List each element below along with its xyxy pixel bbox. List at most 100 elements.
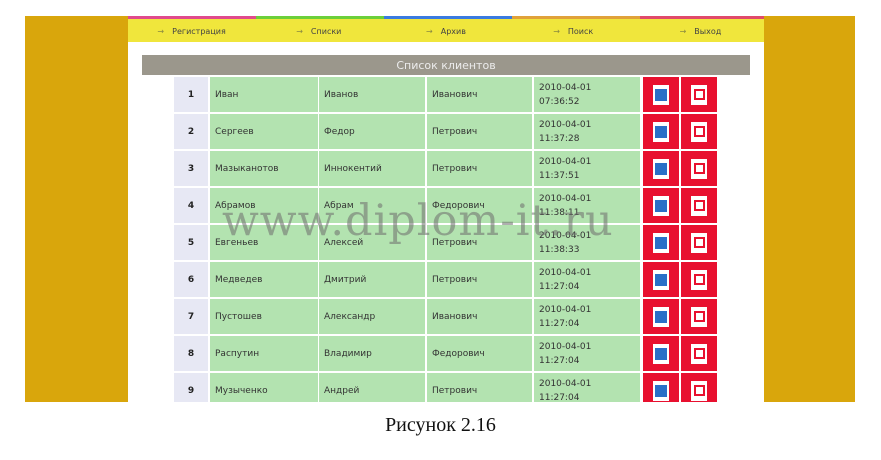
edit-icon [653, 158, 669, 179]
delete-button[interactable] [681, 77, 717, 112]
time: 11:27:04 [539, 392, 580, 403]
delete-button[interactable] [681, 336, 717, 371]
last-name: Распутин [210, 336, 318, 371]
row-number: 1 [174, 77, 208, 112]
nav-logout[interactable]: → Выход [637, 16, 764, 42]
delete-button[interactable] [681, 188, 717, 223]
arrow-icon: → [296, 26, 303, 36]
edit-icon [653, 121, 669, 142]
edit-button[interactable] [643, 336, 679, 371]
created-at: 2010-04-01 11:27:04 [534, 299, 640, 334]
delete-button[interactable] [681, 299, 717, 334]
time: 11:37:28 [539, 133, 580, 144]
nav-archive[interactable]: → Архив [382, 16, 509, 42]
middle-name: Федорович [427, 336, 532, 371]
delete-button[interactable] [681, 262, 717, 297]
created-at: 2010-04-01 11:27:04 [534, 262, 640, 297]
row-number: 8 [174, 336, 208, 371]
delete-icon [691, 232, 707, 253]
nav-label: Архив [440, 26, 466, 36]
time: 11:27:04 [539, 318, 580, 329]
first-name: Иванов [319, 77, 425, 112]
edit-button[interactable] [643, 262, 679, 297]
row-number: 3 [174, 151, 208, 186]
edit-icon [653, 343, 669, 364]
date: 2010-04-01 [539, 304, 592, 315]
date: 2010-04-01 [539, 156, 592, 167]
nav-accent-bar [512, 16, 640, 19]
edit-button[interactable] [643, 299, 679, 334]
last-name: Музыченко [210, 373, 318, 402]
arrow-icon: → [426, 26, 433, 36]
delete-icon [691, 195, 707, 216]
delete-icon [691, 269, 707, 290]
delete-icon [691, 121, 707, 142]
first-name: Федор [319, 114, 425, 149]
middle-name: Петрович [427, 373, 532, 402]
edit-button[interactable] [643, 373, 679, 402]
middle-name: Петрович [427, 114, 532, 149]
time: 11:27:04 [539, 281, 580, 292]
edit-icon [653, 84, 669, 105]
created-at: 2010-04-01 11:27:04 [534, 336, 640, 371]
nav-label: Списки [310, 26, 342, 36]
first-name: Иннокентий [319, 151, 425, 186]
date: 2010-04-01 [539, 119, 592, 130]
edit-button[interactable] [643, 114, 679, 149]
middle-name: Петрович [427, 262, 532, 297]
arrow-icon: → [553, 26, 560, 36]
nav-search[interactable]: → Поиск [510, 16, 637, 42]
nav-accent-bar [384, 16, 512, 19]
edit-icon [653, 195, 669, 216]
time: 11:27:04 [539, 355, 580, 366]
edit-button[interactable] [643, 151, 679, 186]
middle-name: Петрович [427, 151, 532, 186]
last-name: Мазыканотов [210, 151, 318, 186]
nav-label: Выход [694, 26, 722, 36]
nav-accent-bar [128, 16, 256, 19]
last-name: Медведев [210, 262, 318, 297]
figure-caption: Рисунок 2.16 [385, 414, 496, 436]
edit-button[interactable] [643, 77, 679, 112]
date: 2010-04-01 [539, 341, 592, 352]
time: 07:36:52 [539, 96, 580, 107]
top-navigation: → Регистрация → Списки → Архив → Поиск → Выхо… [128, 16, 764, 42]
delete-icon [691, 380, 707, 401]
row-number: 4 [174, 188, 208, 223]
watermark: www.diplom-it.ru [222, 196, 614, 246]
edit-button[interactable] [643, 188, 679, 223]
date: 2010-04-01 [539, 267, 592, 278]
last-name: Пустошев [210, 299, 318, 334]
delete-button[interactable] [681, 225, 717, 260]
row-number: 7 [174, 299, 208, 334]
delete-button[interactable] [681, 373, 717, 402]
nav-register[interactable]: → Регистрация [128, 16, 255, 42]
nav-accent-bar [256, 16, 384, 19]
nav-label: Регистрация [172, 26, 226, 36]
last-name: Сергеев [210, 114, 318, 149]
time: 11:37:51 [539, 170, 580, 181]
nav-accent-bar [640, 16, 764, 19]
delete-icon [691, 306, 707, 327]
middle-name: Иванович [427, 299, 532, 334]
row-number: 5 [174, 225, 208, 260]
edit-button[interactable] [643, 225, 679, 260]
arrow-icon: → [679, 26, 687, 36]
delete-button[interactable] [681, 114, 717, 149]
created-at: 2010-04-01 11:37:28 [534, 114, 640, 149]
delete-button[interactable] [681, 151, 717, 186]
delete-icon [691, 343, 707, 364]
nav-lists[interactable]: → Списки [255, 16, 382, 42]
list-title: Список клиентов [142, 55, 750, 75]
last-name: Иван [210, 77, 318, 112]
date: 2010-04-01 [539, 82, 592, 93]
created-at: 2010-04-01 11:27:04 [534, 373, 640, 402]
created-at: 2010-04-01 07:36:52 [534, 77, 640, 112]
edit-icon [653, 232, 669, 253]
first-name: Владимир [319, 336, 425, 371]
middle-name: Иванович [427, 77, 532, 112]
date: 2010-04-01 [539, 378, 592, 389]
row-number: 2 [174, 114, 208, 149]
row-number: 6 [174, 262, 208, 297]
nav-label: Поиск [567, 26, 594, 36]
